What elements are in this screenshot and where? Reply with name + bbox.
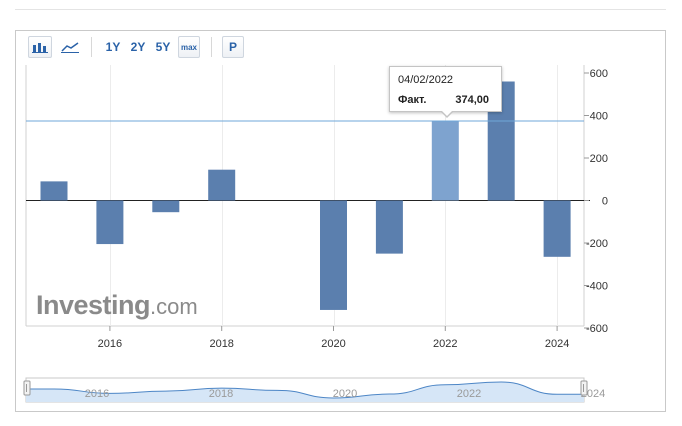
y-axis-label: 200 — [590, 153, 608, 165]
bar-2021[interactable] — [375, 200, 403, 254]
x-axis-label: 2018 — [209, 338, 233, 350]
x-axis-label: 2022 — [433, 338, 457, 350]
bar-2017[interactable] — [152, 200, 180, 213]
bar-2022[interactable] — [431, 121, 459, 201]
bar-chart: 600 400 200 0 -200 -400 -600 2016 2018 2020 2022 20… — [23, 65, 608, 403]
navigator-label: 2022 — [457, 388, 481, 400]
y-axis-label: 600 — [590, 68, 608, 80]
tooltip-date: 04/02/2022 — [398, 74, 454, 86]
y-axis-label: 0 — [602, 196, 608, 208]
bar-2024[interactable] — [543, 200, 571, 257]
bar-2020[interactable] — [320, 200, 347, 310]
bar-2018[interactable] — [208, 169, 236, 201]
x-axis-label: 2024 — [545, 338, 569, 350]
y-axis-label: -600 — [586, 323, 608, 335]
tooltip-label: Факт. — [398, 94, 427, 106]
data-tooltip: 04/02/2022 Факт. 374,00 — [389, 66, 502, 112]
x-axis-label: 2020 — [321, 338, 345, 350]
navigator-label: 2018 — [209, 388, 233, 400]
x-axis-label: 2016 — [98, 338, 122, 350]
navigator-label: 2016 — [85, 388, 109, 400]
y-axis-label: -200 — [586, 238, 608, 250]
y-axis-label: -400 — [586, 281, 608, 293]
logo-suffix: .com — [150, 294, 198, 319]
navigator-label: 2020 — [333, 388, 357, 400]
tooltip-pointer-fill — [441, 110, 453, 116]
y-axis-label: 400 — [590, 111, 608, 123]
logo-text: Investing — [36, 290, 151, 320]
bar-2015[interactable] — [40, 181, 68, 201]
bar-2016[interactable] — [96, 200, 124, 245]
investing-logo: Investing.com — [36, 290, 198, 321]
tooltip-value: 374,00 — [455, 94, 489, 106]
